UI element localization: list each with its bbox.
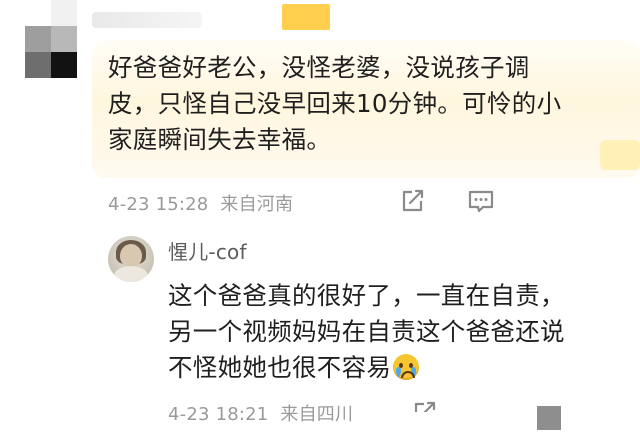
tear-right	[411, 367, 417, 377]
comment-body: 好爸爸好老公，没怪老婆，没说孩子调 皮，只怪自己没早回来10分钟。可怜的小 家庭…	[108, 50, 608, 158]
reply-line: 另一个视频妈妈在自责这个爸爸还说	[168, 317, 565, 346]
comment-line: 好爸爸好老公，没怪老婆，没说孩子调	[108, 53, 530, 82]
crying-emoji-icon	[393, 354, 420, 380]
reply-avatar[interactable]	[108, 236, 154, 282]
share-icon	[414, 401, 436, 412]
comment-timestamp: 4-23 15:28	[108, 194, 209, 215]
avatar-face	[120, 244, 142, 268]
reply-meta: 4-23 18:21 来自四川	[168, 400, 353, 426]
comment-icon	[468, 190, 494, 213]
tear-left	[396, 367, 402, 377]
avatar[interactable]	[25, 0, 77, 78]
comment-button[interactable]	[466, 186, 496, 216]
comment-thread: 好爸爸好老公，没怪老婆，没说孩子调 皮，只怪自己没早回来10分钟。可怜的小 家庭…	[0, 0, 640, 435]
reply-line-text: 不怪她她也很不容易	[168, 353, 392, 382]
comment-location: 来自河南	[220, 194, 294, 215]
reply-username[interactable]: 惺儿-cof	[168, 236, 247, 265]
cropped-badge	[282, 4, 330, 30]
reply-line: 这个爸爸真的很好了，一直在自责，	[168, 281, 565, 310]
comment-line: 家庭瞬间失去幸福。	[108, 125, 332, 154]
reply-share-button[interactable]	[409, 398, 439, 412]
share-icon	[402, 189, 424, 212]
share-button[interactable]	[397, 186, 427, 216]
comment-meta: 4-23 15:28 来自河南	[108, 190, 293, 216]
reply-location: 来自四川	[280, 404, 354, 425]
reply-line-last: 不怪她她也很不容易	[168, 350, 608, 386]
reply-body: 这个爸爸真的很好了，一直在自责， 另一个视频妈妈在自责这个爸爸还说 不怪她她也很…	[168, 278, 608, 386]
cropped-username	[92, 12, 202, 28]
reply-timestamp: 4-23 18:21	[168, 404, 269, 425]
avatar-body	[114, 266, 148, 282]
comment-line: 皮，只怪自己没早回来10分钟。可怜的小	[108, 89, 562, 118]
cropped-icon	[537, 406, 561, 430]
